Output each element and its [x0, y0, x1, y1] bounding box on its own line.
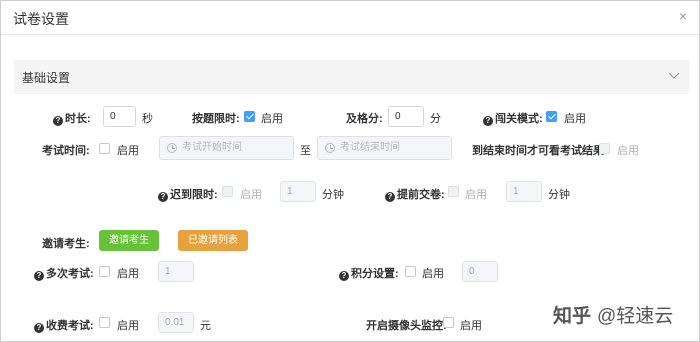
help-icon: ?	[483, 116, 493, 126]
late-limit-enable: 启用	[240, 189, 262, 201]
dialog: 试卷设置 × 基础设置 ? 时长: 0 秒 按题限时: 启用 及格分: 0 分 ?…	[0, 0, 700, 342]
watermark: 知乎 @轻速云	[553, 301, 673, 328]
fee-exam-enable: 启用	[117, 320, 139, 332]
help-icon: ?	[158, 192, 168, 202]
late-limit-label: ? 迟到限时:	[158, 186, 218, 202]
camera-enable: 启用	[460, 320, 482, 332]
fee-exam-input[interactable]: 0.01	[158, 312, 194, 333]
points-enable: 启用	[422, 268, 444, 280]
exam-start-input[interactable]: 考试开始时间	[159, 136, 294, 160]
section-title: 基础设置	[22, 71, 71, 85]
exam-end-input[interactable]: 考试结束时间	[317, 136, 452, 160]
divider	[1, 34, 699, 35]
late-limit-unit: 分钟	[322, 189, 344, 201]
help-icon: ?	[34, 323, 44, 333]
watermark-text: @轻速云	[597, 306, 674, 327]
fee-exam-label: ? 收费考试:	[34, 317, 94, 333]
level-mode-checkbox[interactable]	[546, 111, 557, 122]
multi-exam-input[interactable]: 1	[158, 261, 194, 282]
points-input[interactable]: 0	[462, 261, 498, 282]
exam-time-label: 考试时间:	[42, 145, 90, 157]
early-submit-label: ? 提前交卷:	[385, 186, 445, 202]
early-submit-input[interactable]: 1	[506, 181, 542, 202]
invited-list-button[interactable]: 已邀请列表	[178, 230, 248, 251]
pass-input[interactable]: 0	[388, 106, 424, 127]
help-icon: ?	[53, 116, 63, 126]
camera-checkbox[interactable]	[443, 317, 454, 328]
level-mode-enable: 启用	[564, 113, 586, 125]
zhihu-logo: 知乎	[553, 306, 592, 327]
early-submit-unit: 分钟	[548, 189, 570, 201]
exam-time-checkbox[interactable]	[99, 143, 110, 154]
section-header[interactable]: 基础设置	[14, 60, 689, 94]
camera-label: 开启摄像头监控:	[366, 320, 447, 332]
per-question-checkbox[interactable]	[244, 111, 255, 122]
duration-unit: 秒	[142, 113, 153, 125]
late-limit-input[interactable]: 1	[280, 181, 316, 202]
invite-label: 邀请考生:	[42, 238, 90, 250]
points-label: ? 积分设置:	[339, 265, 399, 281]
pass-unit: 分	[430, 113, 441, 125]
pass-label: 及格分:	[346, 113, 383, 125]
help-icon: ?	[34, 271, 44, 281]
duration-input[interactable]: 0	[103, 106, 136, 127]
per-question-label: 按题限时:	[192, 113, 240, 125]
duration-label: ? 时长:	[53, 110, 91, 126]
early-submit-enable: 启用	[465, 189, 487, 201]
per-question-enable: 启用	[261, 113, 283, 125]
help-icon: ?	[339, 271, 349, 281]
dialog-title: 试卷设置	[13, 11, 69, 27]
fee-exam-checkbox[interactable]	[99, 317, 110, 328]
points-checkbox[interactable]	[405, 266, 416, 277]
multi-exam-enable: 启用	[117, 268, 139, 280]
multi-exam-checkbox[interactable]	[99, 266, 110, 277]
help-icon: ?	[385, 192, 395, 202]
range-separator: 至	[300, 145, 311, 157]
clock-icon	[325, 143, 335, 153]
late-limit-checkbox[interactable]	[222, 186, 233, 197]
view-result-enable: 启用	[617, 145, 639, 157]
view-result-label: 到结束时间才可看考试结果:	[472, 145, 608, 157]
invite-button[interactable]: 邀请考生	[99, 230, 159, 251]
multi-exam-label: ? 多次考试:	[34, 265, 94, 281]
view-result-checkbox[interactable]	[599, 143, 610, 154]
early-submit-checkbox[interactable]	[448, 186, 459, 197]
clock-icon	[167, 143, 177, 153]
close-icon[interactable]: ×	[679, 8, 687, 24]
fee-exam-unit: 元	[200, 320, 211, 332]
exam-time-enable: 启用	[117, 145, 139, 157]
level-mode-label: ? 闯关模式:	[483, 110, 543, 126]
chevron-down-icon[interactable]	[667, 68, 681, 82]
